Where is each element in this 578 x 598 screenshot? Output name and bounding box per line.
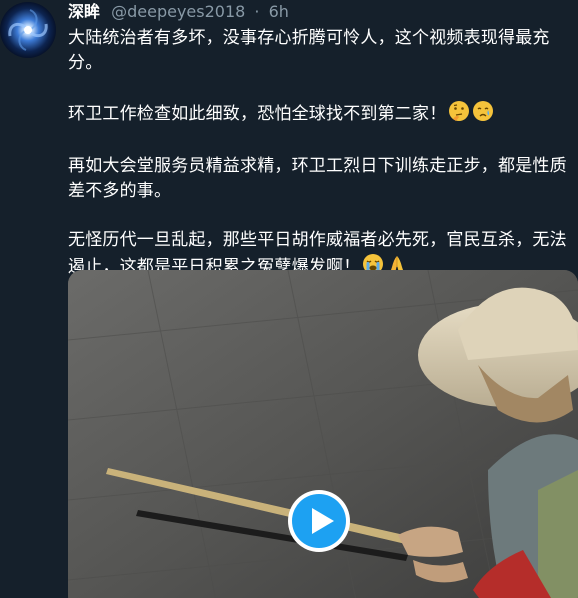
sad-tear-face-emoji-icon	[472, 100, 494, 130]
separator-dot: ·	[254, 2, 260, 21]
display-name[interactable]: 深眸	[68, 2, 100, 21]
paragraph-2-text: 环卫工作检查如此细致，恐怕全球找不到第二家！	[68, 104, 447, 124]
user-handle[interactable]: @deepeyes2018	[111, 2, 245, 21]
paragraph-1-text: 大陆统治者有多坏，没事存心折腾可怜人，这个视频表现得最充分。	[68, 28, 550, 73]
tweet: 深眸 @deepeyes2018 · 6h 大陆统治者有多坏，没事存心折腾可怜人…	[0, 0, 578, 598]
thinking-face-emoji-icon	[448, 100, 470, 130]
paragraph-3-text: 再如大会堂服务员精益求精，环卫工烈日下训练走正步，都是性质差不多的事。	[68, 156, 567, 201]
play-button[interactable]	[285, 487, 353, 555]
tweet-text: 大陆统治者有多坏，没事存心折腾可怜人，这个视频表现得最充分。 环卫工作检查如此细…	[68, 26, 574, 283]
play-icon	[288, 490, 350, 552]
avatar[interactable]	[0, 2, 56, 58]
tweet-paragraph-3: 再如大会堂服务员精益求精，环卫工烈日下训练走正步，都是性质差不多的事。	[68, 154, 574, 204]
galaxy-avatar-image	[0, 2, 56, 58]
tweet-paragraph-2: 环卫工作检查如此细致，恐怕全球找不到第二家！	[68, 100, 574, 130]
tweet-paragraph-1: 大陆统治者有多坏，没事存心折腾可怜人，这个视频表现得最充分。	[68, 26, 574, 76]
tweet-content: 深眸 @deepeyes2018 · 6h 大陆统治者有多坏，没事存心折腾可怜人…	[68, 0, 574, 283]
tweet-header: 深眸 @deepeyes2018 · 6h	[68, 0, 574, 24]
timestamp[interactable]: 6h	[269, 2, 289, 21]
